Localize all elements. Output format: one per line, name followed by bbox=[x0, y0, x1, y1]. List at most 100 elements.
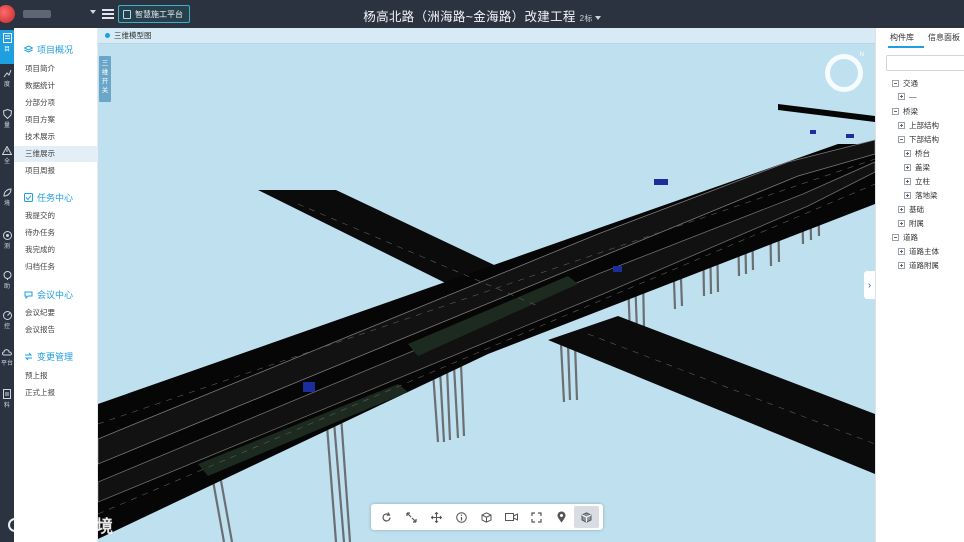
module-label: 平台 bbox=[0, 361, 13, 367]
location-button[interactable] bbox=[549, 506, 574, 528]
tab-info-panel[interactable]: 信息面板 bbox=[914, 28, 960, 48]
tree-node[interactable]: 道路 bbox=[892, 232, 918, 243]
module-project[interactable]: 目 bbox=[0, 30, 14, 64]
cube-view-button[interactable] bbox=[574, 506, 599, 528]
road-far-end bbox=[778, 104, 875, 122]
watermark-text: 大数据境 bbox=[42, 517, 114, 536]
location-icon bbox=[557, 511, 566, 523]
section-meeting-center[interactable]: 会议中心 bbox=[24, 288, 73, 301]
expand-icon[interactable] bbox=[904, 150, 911, 157]
section-change-management[interactable]: 变更管理 bbox=[24, 350, 73, 363]
tree-node-label: 道路附属 bbox=[909, 261, 939, 270]
module-monitor[interactable]: 测 bbox=[0, 228, 14, 262]
tree-node[interactable]: 交通 bbox=[892, 78, 918, 89]
component-search-input[interactable] bbox=[886, 55, 964, 71]
module-control[interactable]: 控 bbox=[0, 308, 14, 342]
tree-node-label: 立柱 bbox=[915, 177, 930, 186]
module-platform[interactable]: 平台 bbox=[0, 346, 14, 380]
collapse-icon[interactable] bbox=[892, 80, 899, 87]
section-project-overview[interactable]: 项目概况 bbox=[24, 43, 73, 56]
control-icon bbox=[2, 311, 12, 320]
tab-3d-model[interactable]: 三维模型图 bbox=[105, 30, 152, 41]
cube-view-icon bbox=[581, 511, 592, 523]
expand-icon[interactable] bbox=[898, 122, 905, 129]
change-icon bbox=[24, 352, 33, 361]
progress-icon bbox=[3, 69, 11, 78]
3d-toggle-tab[interactable]: 三维开关 bbox=[99, 56, 111, 102]
tree-node[interactable]: 立柱 bbox=[904, 176, 930, 187]
model-button[interactable] bbox=[474, 506, 499, 528]
section-selector[interactable]: 2标 bbox=[580, 14, 593, 23]
pan-button[interactable] bbox=[424, 506, 449, 528]
page-title: 杨高北路（洲海路~金海路）改建工程 2标 bbox=[0, 6, 964, 25]
section-task-center[interactable]: 任务中心 bbox=[24, 191, 73, 204]
nav-item-meeting-minutes[interactable]: 会议纪要 bbox=[14, 305, 98, 321]
rotate-button[interactable] bbox=[374, 506, 399, 528]
tree-node[interactable]: 盖梁 bbox=[904, 162, 930, 173]
camera-button[interactable] bbox=[499, 506, 524, 528]
collapse-icon[interactable] bbox=[898, 136, 905, 143]
nav-item-completed[interactable]: 我完成的 bbox=[14, 242, 98, 258]
zoom-extent-button[interactable] bbox=[399, 506, 424, 528]
project-title: 杨高北路（洲海路~金海路）改建工程 bbox=[363, 10, 576, 24]
module-safety[interactable]: 全 bbox=[0, 143, 14, 177]
safety-icon bbox=[2, 146, 12, 155]
module-docs[interactable]: 料 bbox=[0, 386, 14, 420]
panel-tabs: 构件库 信息面板 bbox=[876, 28, 964, 48]
expand-icon[interactable] bbox=[904, 192, 911, 199]
chevron-right-icon[interactable]: › bbox=[864, 271, 875, 299]
viewer-tab-strip: 三维模型图 bbox=[98, 28, 875, 44]
module-label: 度 bbox=[3, 82, 10, 88]
nav-item-tech-display[interactable]: 技术展示 bbox=[14, 129, 98, 145]
module-label: 助 bbox=[3, 284, 10, 290]
nav-item-project-intro[interactable]: 项目简介 bbox=[14, 61, 98, 77]
tree-node-label: 盖梁 bbox=[915, 163, 930, 172]
collapse-icon[interactable] bbox=[892, 234, 899, 241]
expand-icon[interactable] bbox=[898, 206, 905, 213]
expand-icon[interactable] bbox=[898, 220, 905, 227]
tree-node[interactable]: 落地梁 bbox=[904, 190, 938, 201]
tree-node[interactable]: 道路主体 bbox=[898, 246, 939, 257]
tree-node[interactable]: 桥梁 bbox=[892, 106, 918, 117]
module-assist[interactable]: 助 bbox=[0, 268, 14, 302]
nav-item-project-plan[interactable]: 项目方案 bbox=[14, 112, 98, 128]
tab-component-library[interactable]: 构件库 bbox=[876, 28, 914, 48]
tree-node-label: — bbox=[909, 92, 917, 101]
layers-icon bbox=[24, 45, 33, 53]
module-environment[interactable]: 境 bbox=[0, 185, 14, 219]
compass-icon[interactable]: N bbox=[825, 52, 864, 92]
tree-node[interactable]: 上部结构 bbox=[898, 120, 939, 131]
chevron-down-icon[interactable] bbox=[594, 15, 601, 20]
expand-icon[interactable] bbox=[898, 93, 905, 100]
tree-node[interactable]: 下部结构 bbox=[898, 134, 939, 145]
fullscreen-button[interactable] bbox=[524, 506, 549, 528]
top-bar: 智慧施工平台 杨高北路（洲海路~金海路）改建工程 2标 bbox=[0, 0, 964, 28]
tree-node[interactable]: 基础 bbox=[898, 204, 924, 215]
bridge-model-canvas[interactable] bbox=[98, 44, 875, 542]
module-quality[interactable]: 量 bbox=[0, 106, 14, 140]
tree-node[interactable]: 道路附属 bbox=[898, 260, 939, 271]
nav-item-pre-report[interactable]: 预上报 bbox=[14, 368, 98, 384]
expand-icon[interactable] bbox=[898, 262, 905, 269]
task-icon bbox=[24, 193, 33, 202]
info-button[interactable] bbox=[449, 506, 474, 528]
nav-item-todo[interactable]: 待办任务 bbox=[14, 225, 98, 241]
expand-icon[interactable] bbox=[898, 248, 905, 255]
tree-node[interactable]: — bbox=[898, 92, 917, 101]
model-viewer[interactable]: 三维模型图 三维开关 N › bbox=[98, 28, 875, 542]
module-label: 控 bbox=[3, 324, 10, 330]
nav-item-formal-report[interactable]: 正式上报 bbox=[14, 385, 98, 401]
nav-item-submitted[interactable]: 我提交的 bbox=[14, 208, 98, 224]
nav-item-subdivisions[interactable]: 分部分项 bbox=[14, 95, 98, 111]
nav-item-3d-display[interactable]: 三维展示 bbox=[14, 146, 98, 162]
tree-node[interactable]: 附属 bbox=[898, 218, 924, 229]
expand-icon[interactable] bbox=[904, 178, 911, 185]
nav-item-weekly-report[interactable]: 项目周报 bbox=[14, 163, 98, 179]
expand-icon[interactable] bbox=[904, 164, 911, 171]
nav-item-data-stats[interactable]: 数据统计 bbox=[14, 78, 98, 94]
tree-node[interactable]: 桥台 bbox=[904, 148, 930, 159]
nav-item-archived[interactable]: 归档任务 bbox=[14, 259, 98, 275]
collapse-icon[interactable] bbox=[892, 108, 899, 115]
module-progress[interactable]: 度 bbox=[0, 66, 14, 100]
nav-item-meeting-report[interactable]: 会议报告 bbox=[14, 322, 98, 338]
